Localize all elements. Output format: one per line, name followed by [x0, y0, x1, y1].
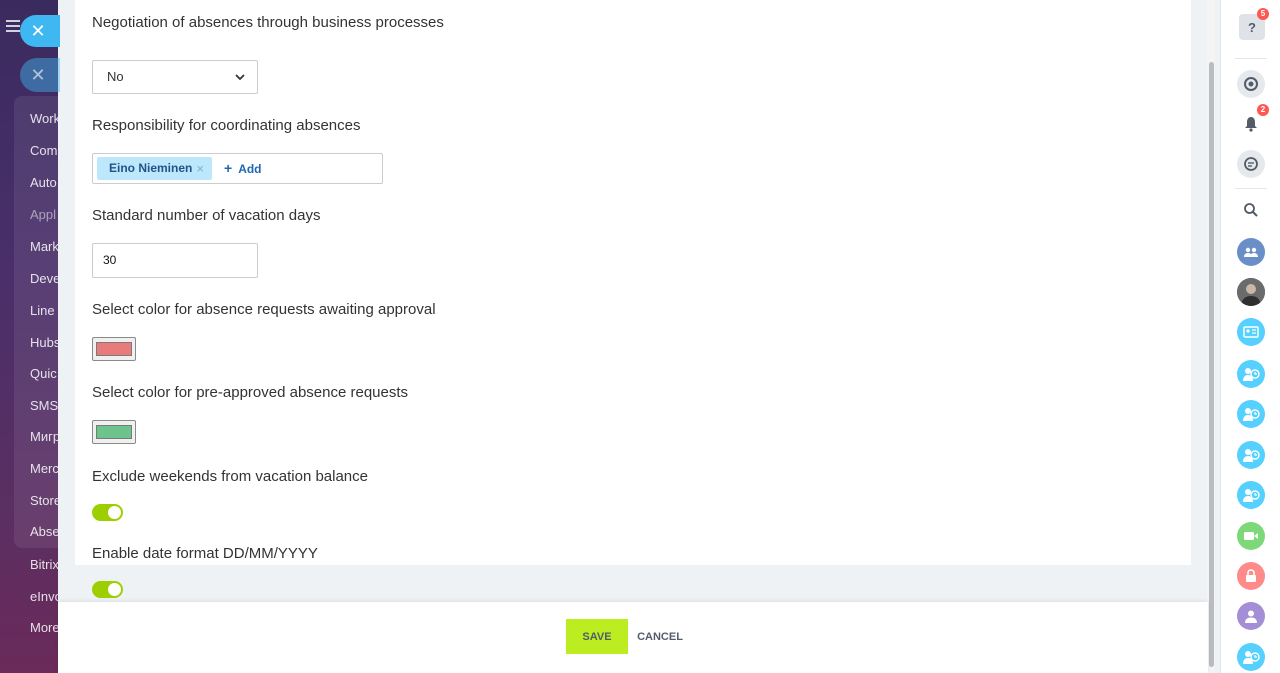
negotiation-value: No [107, 69, 124, 84]
sidebar-item[interactable]: SMS [30, 398, 58, 413]
pending-color-label: Select color for absence requests awaiti… [92, 301, 436, 318]
sidebar-item[interactable]: Deve [30, 271, 58, 286]
preapproved-color-label: Select color for pre-approved absence re… [92, 384, 409, 401]
help-icon[interactable]: ? 5 [1239, 8, 1269, 40]
close-slider-button[interactable]: ✕ [20, 15, 60, 47]
sidebar-item[interactable]: Quic [30, 366, 57, 381]
menu-icon[interactable] [6, 20, 20, 35]
preapproved-color-swatch [96, 425, 132, 439]
help-badge: 5 [1257, 8, 1269, 20]
exclude-weekends-toggle[interactable] [92, 504, 123, 521]
divider [1235, 188, 1267, 189]
user-clock-icon[interactable] [1237, 441, 1265, 469]
settings-form: Negotiation of absences through business… [75, 0, 1191, 565]
exclude-weekends-label: Exclude weekends from vacation balance [92, 468, 368, 485]
add-user-label: Add [238, 162, 262, 176]
sidebar-item[interactable]: eInvo [30, 589, 58, 604]
copilot-icon[interactable] [1237, 70, 1265, 98]
negotiation-select[interactable]: No [92, 60, 258, 94]
preapproved-color-picker[interactable] [92, 420, 136, 444]
user-avatar[interactable] [1237, 278, 1265, 306]
plus-icon: + [224, 160, 233, 176]
responsibility-label: Responsibility for coordinating absences [92, 117, 361, 134]
date-format-toggle[interactable] [92, 581, 123, 598]
vacation-days-input[interactable]: 30 [92, 243, 258, 278]
sidebar-item[interactable]: Merc [30, 461, 58, 476]
notifications-badge: 2 [1257, 104, 1269, 116]
cancel-button[interactable]: CANCEL [632, 619, 688, 654]
user-tag-name: Eino Nieminen [109, 161, 193, 175]
group-chat-icon[interactable] [1237, 238, 1265, 266]
sidebar-item[interactable]: Hubs [30, 335, 58, 350]
user-clock-icon[interactable] [1237, 400, 1265, 428]
close-underlying-slider-button[interactable]: ✕ [20, 58, 60, 92]
toggle-knob [108, 583, 121, 596]
pending-color-picker[interactable] [92, 337, 136, 361]
pending-color-swatch [96, 342, 132, 356]
sidebar-item[interactable]: Line [30, 303, 55, 318]
divider [1235, 58, 1267, 59]
chat-icon[interactable] [1237, 150, 1265, 178]
settings-slider: Negotiation of absences through business… [58, 0, 1215, 673]
contact-card-icon[interactable] [1237, 318, 1265, 346]
user-tag: Eino Nieminen × [97, 157, 212, 180]
sidebar-item[interactable]: Com [30, 143, 57, 158]
sidebar-item[interactable]: Abse [30, 524, 58, 539]
video-icon[interactable] [1237, 522, 1265, 550]
save-button[interactable]: SAVE [566, 619, 628, 654]
app-sidebar: Work Com Auto Appl Mark Deve Line Hubs Q… [0, 0, 58, 673]
toggle-knob [108, 506, 121, 519]
user-icon[interactable] [1237, 602, 1265, 630]
date-format-label: Enable date format DD/MM/YYYY [92, 545, 318, 562]
sidebar-group [14, 96, 58, 548]
vacation-days-label: Standard number of vacation days [92, 207, 321, 224]
chevron-down-icon [235, 61, 245, 106]
sidebar-item[interactable]: Mark [30, 239, 58, 254]
sidebar-item[interactable]: Store [30, 493, 58, 508]
remove-tag-icon[interactable]: × [196, 157, 204, 180]
responsible-selector[interactable]: Eino Nieminen × + Add [92, 153, 383, 184]
sidebar-item[interactable]: Мигр [30, 429, 58, 444]
negotiation-label: Negotiation of absences through business… [92, 14, 444, 31]
user-clock-icon[interactable] [1237, 481, 1265, 509]
close-icon: ✕ [30, 64, 46, 85]
search-icon[interactable] [1237, 196, 1265, 224]
close-icon: ✕ [30, 20, 46, 41]
sidebar-item[interactable]: Auto [30, 175, 57, 190]
sidebar-item[interactable]: Appl [30, 207, 56, 222]
lock-icon[interactable] [1237, 562, 1265, 590]
user-clock-icon[interactable] [1237, 360, 1265, 388]
bell-icon[interactable]: 2 [1237, 104, 1269, 138]
form-footer: SAVE CANCEL [58, 602, 1208, 673]
user-clock-icon[interactable] [1237, 643, 1265, 671]
sidebar-item[interactable]: Bitrix [30, 557, 58, 572]
add-user-button[interactable]: + Add [224, 154, 262, 183]
sidebar-item[interactable]: Work [30, 111, 58, 126]
scrollbar-thumb[interactable] [1209, 62, 1214, 667]
right-toolbar: ? 5 2 [1220, 0, 1280, 673]
sidebar-item[interactable]: More [30, 620, 58, 635]
